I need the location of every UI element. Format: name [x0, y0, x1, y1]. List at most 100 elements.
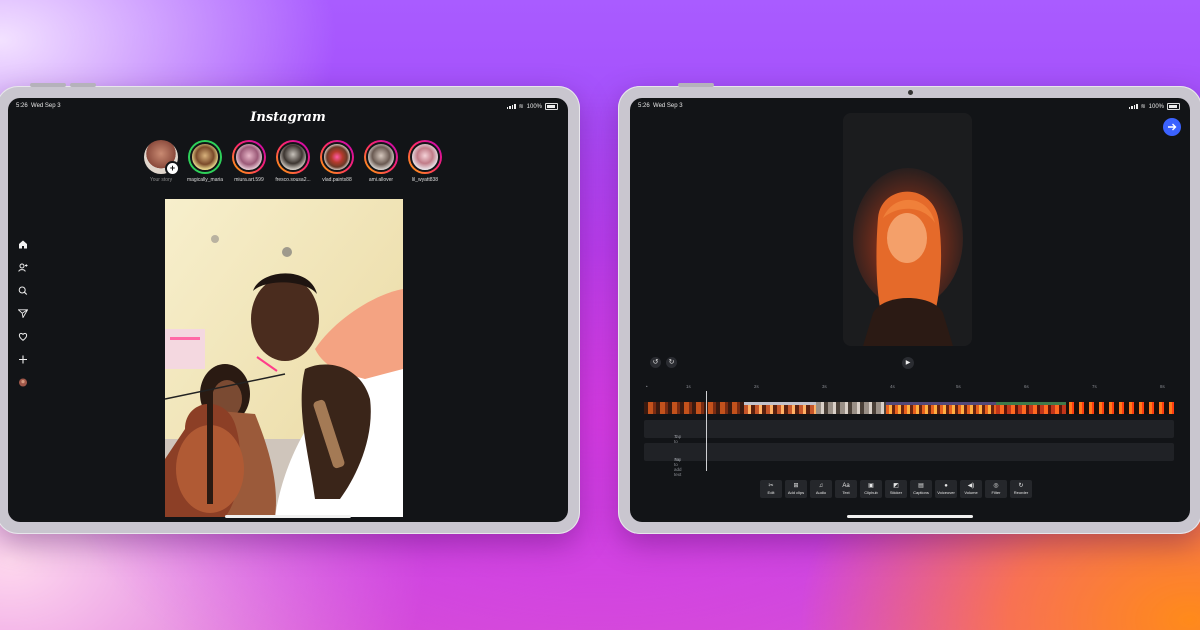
top-button: [70, 83, 96, 87]
story-item[interactable]: magically_maria: [186, 140, 224, 183]
avatar: [278, 142, 308, 172]
tool-edit[interactable]: ✂ Edit: [760, 480, 782, 498]
clip[interactable]: [816, 402, 886, 414]
avatar: [234, 142, 264, 172]
stories-tray: + Your story magically_maria miura.art.5…: [142, 140, 444, 183]
top-button: [678, 83, 714, 87]
status-date: Wed Sep 3: [31, 103, 61, 109]
profile-avatar[interactable]: [18, 378, 28, 387]
instagram-feed-screen: 5:26 Wed Sep 3 ≋ 100% Instagram + Your s…: [8, 98, 568, 522]
story-item[interactable]: miura.art.599: [230, 140, 268, 183]
ruler-label: 7s: [1092, 384, 1097, 389]
instagram-logo[interactable]: Instagram: [8, 110, 568, 125]
ruler-label: 5s: [956, 384, 961, 389]
clip[interactable]: [886, 402, 996, 414]
ruler-label: 3s: [822, 384, 827, 389]
redo-icon[interactable]: ↻: [666, 357, 677, 368]
avatar: [322, 142, 352, 172]
battery-icon: [545, 103, 558, 110]
video-preview[interactable]: [843, 113, 972, 346]
plus-icon[interactable]: [18, 355, 28, 364]
post-image: [165, 199, 403, 517]
avatar: [366, 142, 396, 172]
story-item[interactable]: vlad.paints88: [318, 140, 356, 183]
story-name: magically_maria: [186, 177, 224, 183]
avatar: [190, 142, 220, 172]
send-icon[interactable]: [17, 309, 29, 319]
sticker-icon: ◩: [893, 483, 899, 489]
story-item[interactable]: fresco.sousa2...: [274, 140, 312, 183]
story-item[interactable]: + Your story: [142, 140, 180, 183]
story-name: ami.allover: [368, 177, 394, 183]
feed-post-photo[interactable]: [165, 199, 403, 517]
battery-percent: 100%: [1148, 103, 1164, 110]
reorder-icon: ↻: [1018, 483, 1024, 489]
tool-filter[interactable]: ◎ Filter: [985, 480, 1007, 498]
ruler-label: 2s: [754, 384, 759, 389]
battery-icon: [1167, 103, 1180, 110]
add-story-icon[interactable]: +: [165, 161, 180, 176]
filter-icon: ◎: [993, 483, 999, 489]
signal-icon: [1128, 104, 1138, 109]
search-icon[interactable]: [18, 286, 28, 295]
undo-redo-group: ↺ ↻: [650, 357, 677, 368]
tool-volume[interactable]: ◀) Volume: [960, 480, 982, 498]
ruler-label: 4s: [890, 384, 895, 389]
home-indicator[interactable]: [225, 515, 351, 518]
preview-frame: [843, 113, 972, 346]
music-icon: ♫: [818, 483, 824, 489]
ruler-label: 8s: [1160, 384, 1165, 389]
left-ipad: 5:26 Wed Sep 3 ≋ 100% Instagram + Your s…: [0, 83, 580, 534]
ruler-label: 1s: [686, 384, 691, 389]
play-icon[interactable]: ▶: [902, 357, 914, 369]
story-item[interactable]: lil_wyatt838: [406, 140, 444, 183]
text-track-label: Tap to add text: [674, 457, 682, 477]
clip[interactable]: [1066, 402, 1174, 414]
story-name: miura.art.599: [234, 177, 264, 183]
tool-captions[interactable]: ▤ Captions: [910, 480, 932, 498]
clip-timeline[interactable]: [644, 402, 1174, 414]
time-ruler: • 1s 2s 3s 4s 5s 6s 7s 8s: [646, 384, 1174, 392]
clip[interactable]: [996, 402, 1066, 414]
status-time: 5:26: [638, 103, 650, 109]
heart-icon[interactable]: [18, 332, 28, 341]
story-item[interactable]: ami.allover: [362, 140, 400, 183]
audio-track[interactable]: ♫ Tap to add audio: [644, 420, 1174, 454]
tool-voiceover[interactable]: ● Voiceover: [935, 480, 957, 498]
volume-icon: ◀): [967, 483, 975, 489]
battery-percent: 100%: [526, 103, 542, 110]
cliphub-icon: ▣: [868, 483, 874, 489]
tool-sticker[interactable]: ◩ Sticker: [885, 480, 907, 498]
text-track[interactable]: Aa Tap to add text: [644, 443, 1174, 477]
next-arrow-button[interactable]: [1163, 118, 1181, 136]
tool-add-clips[interactable]: ⊞ Add clips: [785, 480, 807, 498]
right-ipad: 5:26 Wed Sep 3 ≋ 100% ↺ ↻ ▶ • 1s 2s 3s 4…: [618, 83, 1200, 534]
tool-cliphub[interactable]: ▣ Cliphub: [860, 480, 882, 498]
sidebar-nav: [17, 240, 29, 387]
signal-icon: [506, 104, 516, 109]
clip[interactable]: [644, 402, 744, 414]
home-indicator[interactable]: [847, 515, 973, 518]
text-icon: Aa: [842, 483, 850, 489]
front-camera: [908, 90, 913, 95]
tool-reorder[interactable]: ↻ Reorder: [1010, 480, 1032, 498]
ruler-label: 6s: [1024, 384, 1029, 389]
home-icon[interactable]: [18, 240, 28, 249]
video-editor-screen: 5:26 Wed Sep 3 ≋ 100% ↺ ↻ ▶ • 1s 2s 3s 4…: [630, 98, 1190, 522]
wifi-icon: ≋: [1140, 104, 1146, 110]
people-icon[interactable]: [18, 263, 28, 272]
top-button: [30, 83, 66, 87]
clip[interactable]: [744, 402, 816, 414]
undo-icon[interactable]: ↺: [650, 357, 661, 368]
status-date: Wed Sep 3: [653, 103, 683, 109]
avatar: [410, 142, 440, 172]
arrow-right-icon: [1168, 123, 1177, 131]
add-clip-icon: ⊞: [793, 483, 799, 489]
story-name: vlad.paints88: [322, 177, 352, 183]
captions-icon: ▤: [918, 483, 924, 489]
playhead[interactable]: [706, 391, 707, 471]
status-bar: 5:26 Wed Sep 3 ≋ 100%: [630, 100, 1190, 112]
tool-text[interactable]: Aa Text: [835, 480, 857, 498]
tool-audio[interactable]: ♫ Audio: [810, 480, 832, 498]
status-time: 5:26: [16, 103, 28, 109]
